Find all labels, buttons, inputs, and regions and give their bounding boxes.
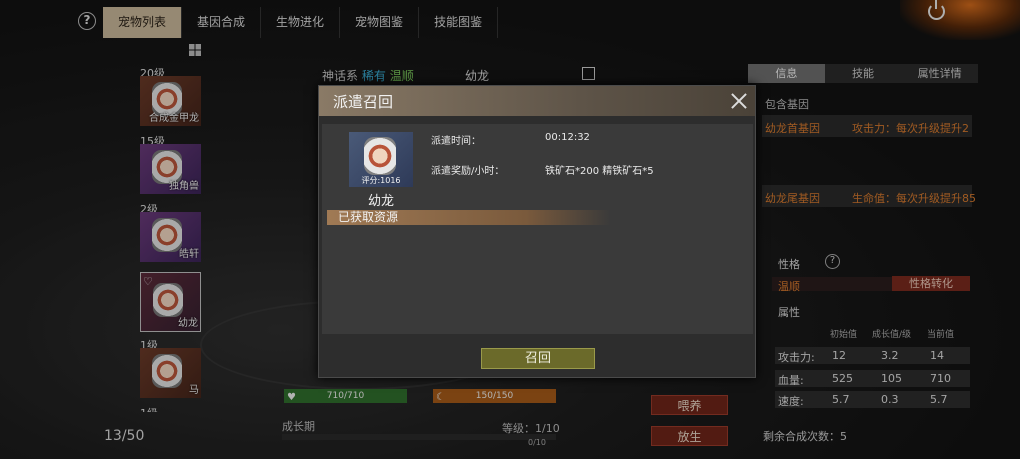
dispatch-reward-label: 派遣奖励/小时： xyxy=(431,166,505,177)
close-icon[interactable] xyxy=(729,91,749,111)
pet-tag-icon xyxy=(364,137,396,175)
dispatch-time-label: 派遣时间： xyxy=(431,136,481,147)
dispatched-pet-name: 幼龙 xyxy=(368,194,395,209)
dialog-title: 派遣召回 xyxy=(333,93,394,111)
resource-status-bar: 已获取资源 xyxy=(327,210,611,225)
dialog-header: 派遣召回 xyxy=(319,86,755,116)
resource-status: 已获取资源 xyxy=(338,210,399,224)
dispatched-pet-card: 评分:1016 xyxy=(349,132,413,187)
recall-button[interactable]: 召回 xyxy=(481,348,595,369)
dialog-body: 评分:1016 幼龙 已获取资源 派遣时间： 00:12:32 派遣奖励/小时：… xyxy=(322,124,753,334)
pet-score: 评分:1016 xyxy=(361,176,401,185)
dispatch-recall-dialog: 派遣召回 评分:1016 幼龙 已获取资源 派遣时间： 00:12:32 派遣奖… xyxy=(318,85,756,378)
dispatch-reward-value: 铁矿石*200 精铁矿石*5 xyxy=(545,166,654,177)
dispatch-time-value: 00:12:32 xyxy=(545,132,590,143)
